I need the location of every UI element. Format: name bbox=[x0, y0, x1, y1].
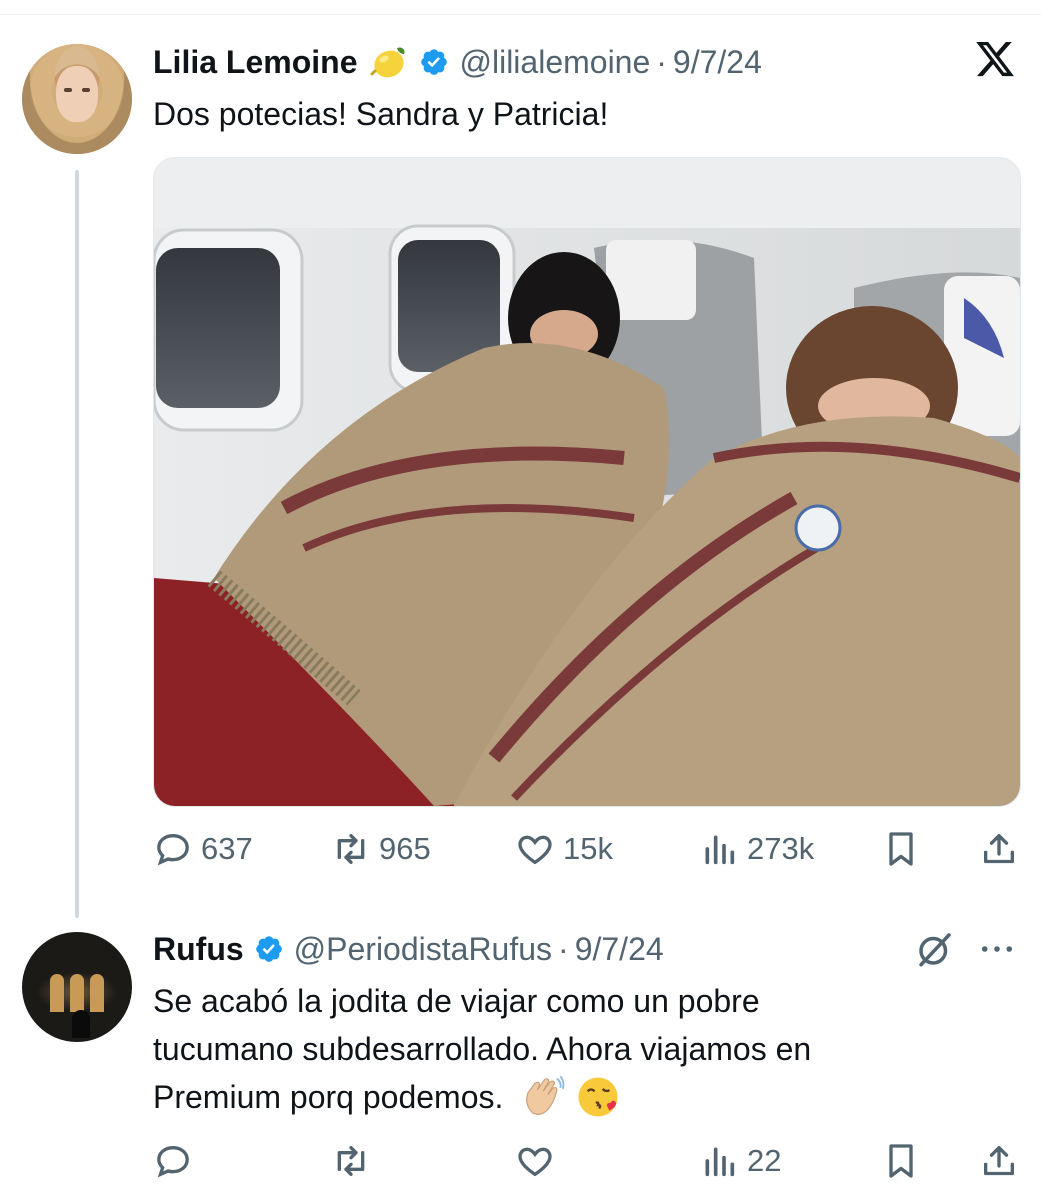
reply-button[interactable] bbox=[153, 1137, 201, 1185]
verified-badge-icon bbox=[255, 936, 282, 962]
repost-icon bbox=[337, 1146, 365, 1176]
waving-hand-emoji-icon bbox=[526, 1075, 565, 1115]
tweet-date[interactable]: 9/7/24 bbox=[575, 931, 664, 968]
tweet-text-line: Premium porq podemos. bbox=[153, 1079, 504, 1115]
tweet-actions: 22 bbox=[153, 1137, 1021, 1185]
separator-dot: · bbox=[656, 43, 667, 80]
bookmark-button[interactable] bbox=[881, 825, 921, 873]
like-count: 15k bbox=[563, 831, 613, 866]
more-icon[interactable] bbox=[976, 928, 1018, 970]
x-logo-icon[interactable] bbox=[974, 38, 1016, 80]
verified-badge-icon bbox=[421, 49, 448, 75]
tweet-date[interactable]: 9/7/24 bbox=[673, 44, 762, 81]
like-icon bbox=[518, 835, 552, 865]
share-button[interactable] bbox=[979, 1137, 1019, 1185]
like-button[interactable] bbox=[515, 1137, 563, 1185]
repost-button[interactable] bbox=[331, 1137, 379, 1185]
like-button[interactable]: 15k bbox=[515, 825, 613, 873]
views-icon bbox=[705, 1147, 735, 1177]
lemon-emoji-icon bbox=[370, 47, 406, 78]
share-icon bbox=[984, 1146, 1014, 1176]
reply-button[interactable]: 637 bbox=[153, 825, 253, 873]
views-icon bbox=[705, 835, 735, 865]
repost-count: 965 bbox=[379, 831, 431, 866]
tweet-photo[interactable] bbox=[153, 157, 1021, 807]
avatar[interactable] bbox=[22, 932, 132, 1042]
avatar[interactable] bbox=[22, 44, 132, 154]
views-count: 22 bbox=[747, 1143, 782, 1178]
tweet-text: Se acabó la jodita de viajar como un pob… bbox=[153, 977, 811, 1121]
grok-icon[interactable] bbox=[914, 928, 956, 970]
tweet-header: Lilia Lemoine @lilialemoine · 9/7/24 bbox=[153, 42, 762, 82]
bookmark-button[interactable] bbox=[881, 1137, 921, 1185]
repost-button[interactable]: 965 bbox=[331, 825, 431, 873]
bookmark-icon bbox=[889, 832, 913, 866]
views-button[interactable]: 22 bbox=[699, 1137, 781, 1185]
thread-connector-line bbox=[75, 170, 79, 918]
tweet-text-line: tucumano subdesarrollado. Ahora viajamos… bbox=[153, 1031, 812, 1067]
tweet-text-line: Se acabó la jodita de viajar como un pob… bbox=[153, 983, 760, 1019]
top-divider bbox=[0, 14, 1041, 15]
share-icon bbox=[984, 834, 1014, 864]
face-blowing-kiss-emoji-icon bbox=[578, 1077, 618, 1117]
share-button[interactable] bbox=[979, 825, 1019, 873]
like-icon bbox=[518, 1147, 552, 1177]
views-count: 273k bbox=[747, 831, 815, 866]
tweet-header: Rufus @PeriodistaRufus · 9/7/24 bbox=[153, 929, 664, 969]
bookmark-icon bbox=[889, 1144, 913, 1178]
author-name[interactable]: Rufus bbox=[153, 931, 244, 968]
airplane-cabin-photo bbox=[154, 158, 1020, 806]
repost-icon bbox=[337, 834, 365, 864]
reply-count: 637 bbox=[201, 831, 253, 866]
author-name[interactable]: Lilia Lemoine bbox=[153, 44, 357, 81]
reply-icon bbox=[157, 833, 189, 866]
separator-dot: · bbox=[558, 930, 569, 967]
author-handle[interactable]: @PeriodistaRufus bbox=[294, 931, 552, 968]
reply-icon bbox=[157, 1145, 189, 1178]
tweet-actions: 637 965 15k 273k bbox=[153, 825, 1021, 873]
views-button[interactable]: 273k bbox=[699, 825, 814, 873]
tweet-text: Dos potecias! Sandra y Patricia! bbox=[153, 96, 609, 132]
author-handle[interactable]: @lilialemoine bbox=[459, 44, 650, 81]
